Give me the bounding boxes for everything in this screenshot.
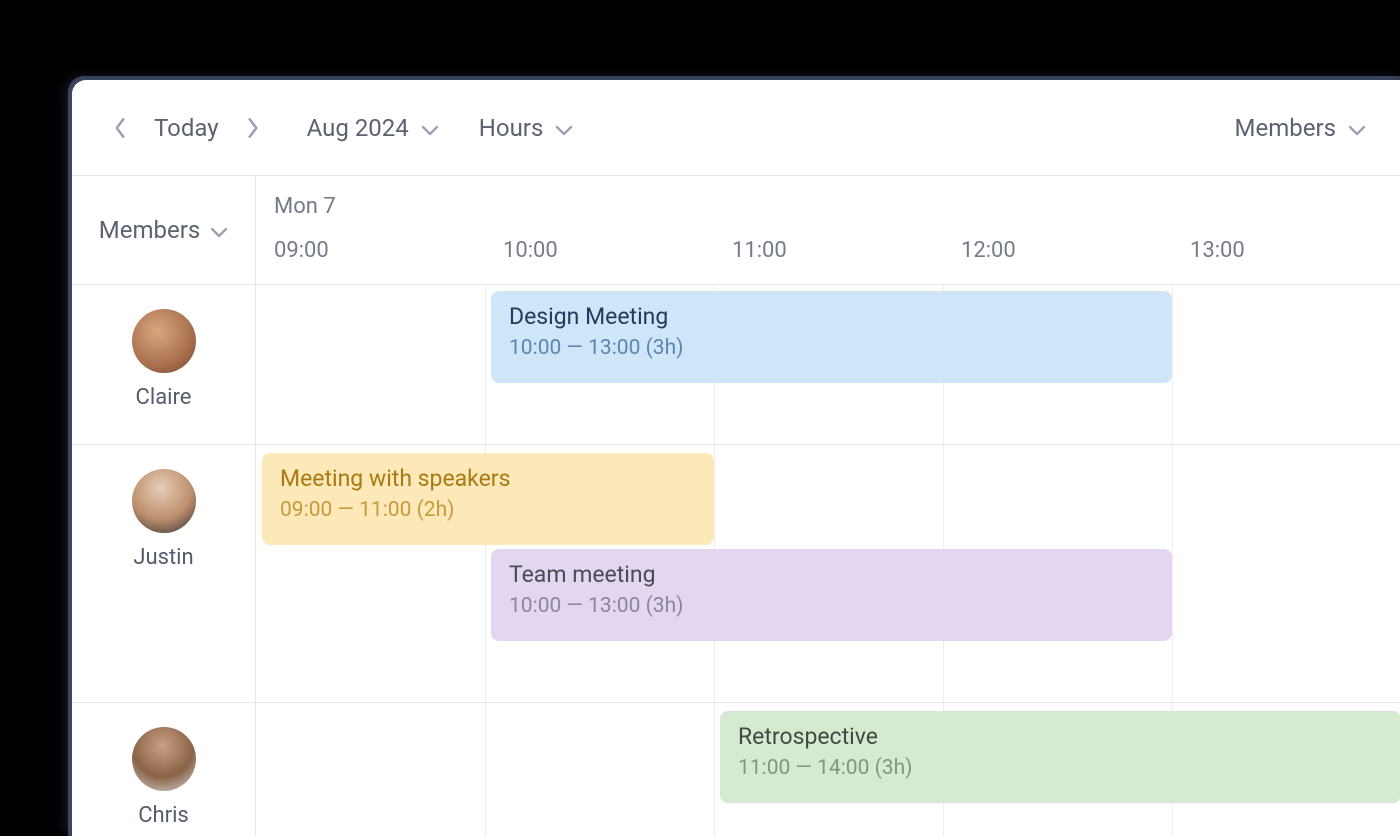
member-row: Justin Meeting with speakers 09:00 — 11:00…: [72, 445, 1400, 703]
event-title: Meeting with speakers: [280, 465, 696, 492]
event-title: Retrospective: [738, 723, 1383, 750]
member-row: Chris Retrospective 11:00 — 14:00 (3h): [72, 703, 1400, 836]
member-name: Justin: [133, 545, 193, 570]
hour-label: 13:00: [1190, 238, 1245, 263]
hour-gridline: [1172, 445, 1173, 702]
schedule-grid[interactable]: Design Meeting 10:00 — 13:00 (3h): [256, 285, 1400, 444]
hour-label: 09:00: [274, 238, 329, 263]
schedule-grid[interactable]: Meeting with speakers 09:00 — 11:00 (2h) T…: [256, 445, 1400, 702]
group-by-dropdown[interactable]: Members: [1235, 114, 1366, 142]
member-row: Claire Design Meeting 10:00 — 13:00 (3h): [72, 285, 1400, 445]
time-scale: Mon 7 09:00 10:00 11:00 12:00 13:00: [256, 176, 1400, 284]
group-by-label: Members: [1235, 114, 1336, 142]
scale-dropdown[interactable]: Hours: [479, 114, 574, 142]
time-header: Members Mon 7 09:00 10:00 11:00 12:00 13:00: [72, 176, 1400, 285]
day-label: Mon 7: [274, 194, 336, 219]
event-time: 09:00 — 11:00 (2h): [280, 498, 696, 522]
prev-button[interactable]: [106, 114, 134, 142]
chevron-left-icon: [113, 117, 127, 139]
next-button[interactable]: [239, 114, 267, 142]
member-cell: Chris: [72, 703, 256, 836]
hour-label: 11:00: [732, 238, 787, 263]
event-title: Team meeting: [509, 561, 1154, 588]
event-time: 10:00 — 13:00 (3h): [509, 336, 1154, 360]
hour-gridline: [1172, 285, 1173, 444]
chevron-down-icon: [421, 114, 439, 142]
avatar[interactable]: [132, 727, 196, 791]
member-cell: Claire: [72, 285, 256, 444]
calendar-window: Today Aug 2024 Hours Members Members: [72, 80, 1400, 836]
hour-gridline: [714, 703, 715, 836]
month-dropdown[interactable]: Aug 2024: [307, 114, 439, 142]
chevron-down-icon: [1348, 114, 1366, 142]
members-column-label: Members: [99, 216, 200, 244]
avatar[interactable]: [132, 469, 196, 533]
event[interactable]: Meeting with speakers 09:00 — 11:00 (2h): [262, 453, 714, 545]
event-time: 10:00 — 13:00 (3h): [509, 594, 1154, 618]
hour-label: 12:00: [961, 238, 1016, 263]
chevron-down-icon: [555, 114, 573, 142]
chevron-right-icon: [246, 117, 260, 139]
event[interactable]: Retrospective 11:00 — 14:00 (3h): [720, 711, 1400, 803]
member-name: Claire: [136, 385, 192, 410]
month-label: Aug 2024: [307, 114, 409, 142]
event-time: 11:00 — 14:00 (3h): [738, 756, 1383, 780]
event[interactable]: Team meeting 10:00 — 13:00 (3h): [491, 549, 1172, 641]
schedule-body: ClaireDesign Meeting10:00 — 13:00 (3h)Ju…: [72, 285, 1400, 836]
scale-label: Hours: [479, 114, 544, 142]
today-button[interactable]: Today: [154, 114, 219, 142]
member-name: Chris: [138, 803, 189, 828]
members-column-dropdown[interactable]: Members: [99, 216, 228, 244]
event-title: Design Meeting: [509, 303, 1154, 330]
event[interactable]: Design Meeting 10:00 — 13:00 (3h): [491, 291, 1172, 383]
hour-gridline: [485, 285, 486, 444]
avatar[interactable]: [132, 309, 196, 373]
date-nav: Today: [106, 114, 267, 142]
hour-label: 10:00: [503, 238, 558, 263]
schedule-grid[interactable]: Retrospective 11:00 — 14:00 (3h): [256, 703, 1400, 836]
member-cell: Justin: [72, 445, 256, 702]
toolbar: Today Aug 2024 Hours Members: [72, 80, 1400, 176]
hour-gridline: [485, 703, 486, 836]
chevron-down-icon: [210, 216, 228, 244]
